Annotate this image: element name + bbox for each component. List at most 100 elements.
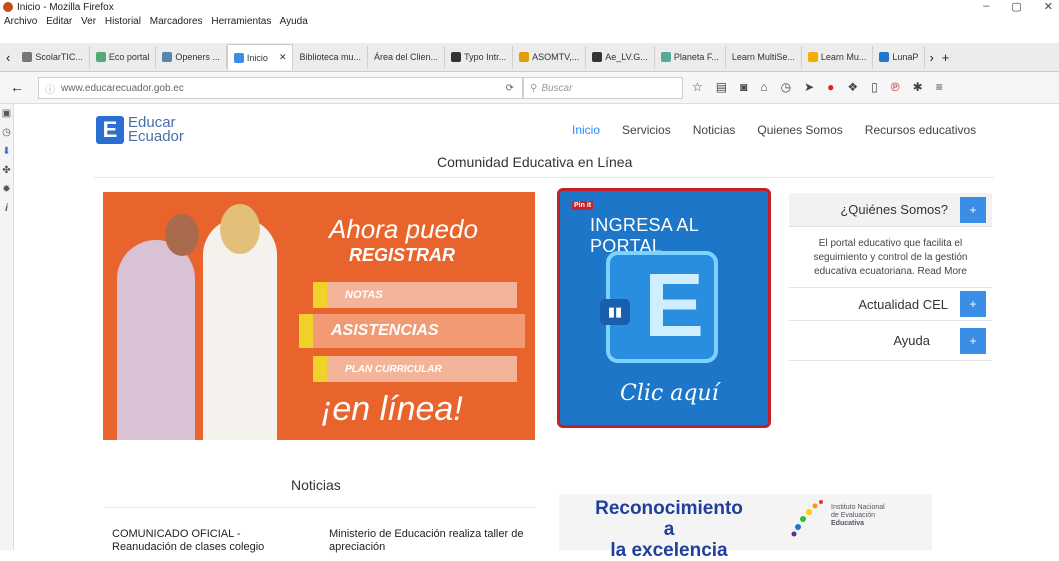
adblock-icon[interactable]: ● [827,80,834,94]
portal-card[interactable]: Pin it INGRESA AL PORTAL E ▮▮ Clic aquí [557,188,771,428]
news-item[interactable]: COMUNICADO OFICIAL - Reanudación de clas… [112,528,302,554]
recognition-title: Reconocimiento a la excelencia [595,498,743,561]
banner-line1: Ahora puedo [329,214,478,244]
window-title: Inicio - Mozilla Firefox [17,1,114,13]
ineval-logo-icon [791,500,823,537]
minimize-button[interactable]: – [983,0,989,13]
portal-cta[interactable]: Clic aquí [620,381,719,406]
clipboard-icon[interactable]: ▯ [871,80,878,94]
menu-archivo[interactable]: Archivo [4,16,37,27]
nav-recursos[interactable]: Recursos educativos [865,123,976,137]
tab-learn-multise[interactable]: Learn MultiSe... [726,46,802,68]
history-icon[interactable]: ◷ [781,80,791,94]
divider [105,507,535,508]
pocket-icon[interactable]: ◙ [740,80,747,94]
tab-area-cliente[interactable]: Área del Clien... [368,46,446,68]
tab-typo[interactable]: Typo Intr... [445,46,514,68]
tab-favicon-icon [592,52,603,62]
search-input[interactable]: ⚲ Buscar [523,77,683,99]
registrar-banner[interactable]: Ahora puedo REGISTRAR NOTAS ASISTENCIAS … [103,192,535,440]
info-italic-icon[interactable]: i [5,203,8,214]
pinterest-icon[interactable]: ℗ [891,80,900,94]
url-bar[interactable]: ⓘ www.educarecuador.gob.ec ⟳ [38,77,523,99]
banner-item-asistencias: ASISTENCIAS [299,314,525,348]
download-icon[interactable]: ⬇ [2,146,10,157]
tab-scolartic[interactable]: ScolarTIC... [16,46,90,68]
menu-marcadores[interactable]: Marcadores [150,16,203,27]
close-button[interactable]: ✕ [1044,0,1053,13]
menu-editar[interactable]: Editar [46,16,72,27]
accordion-cel-title: Actualidad CEL [858,296,948,312]
tab-openers[interactable]: Openers ... [156,46,227,68]
tab-ae-lvg[interactable]: Ae_LV.G... [586,46,655,68]
news-item[interactable]: Ministerio de Educación realiza taller d… [329,528,539,554]
ineval-text: Instituto Nacional de Evaluación Educati… [831,504,885,527]
nav-quienes-somos[interactable]: Quienes Somos [757,123,842,137]
tab-favicon-icon [879,52,890,62]
divider [94,177,994,178]
tab-inicio[interactable]: Inicio ✕ [226,44,294,70]
extension-icon[interactable]: ❖ [847,80,858,94]
menu-ver[interactable]: Ver [81,16,96,27]
site-nav: Inicio Servicios Noticias Quienes Somos … [572,123,976,137]
person-man [117,240,195,440]
logo-e-icon: E [96,116,124,144]
tab-favicon-icon [95,52,106,62]
page-title: Comunidad Educativa en Línea [437,154,633,170]
book-icon: ▮▮ [600,299,630,325]
bookmark-star-icon[interactable]: ☆ [692,80,703,94]
nav-inicio[interactable]: Inicio [572,123,600,137]
tab-favicon-icon [660,52,671,62]
recognition-banner[interactable]: Reconocimiento a la excelencia Instituto… [559,494,932,561]
tab-scroll-left-icon[interactable]: ‹ [0,50,16,65]
expand-plus-icon[interactable]: + [960,327,986,354]
reading-list-icon[interactable]: ▤ [716,80,727,94]
settings-gear-icon[interactable]: ✹ [2,184,10,195]
new-tab-icon[interactable]: + [938,50,954,65]
sidebar-panel-icon[interactable]: ▣ [2,108,11,119]
tab-asomtv[interactable]: ASOMTV,... [513,46,587,68]
expand-plus-icon[interactable]: + [960,291,986,317]
accordion-quienes-title: ¿Quiénes Somos? [840,202,948,217]
site-logo[interactable]: E Educar Ecuador [96,115,184,144]
accordion-quienes-desc: El portal educativo que facilita el segu… [813,238,968,277]
tab-biblioteca[interactable]: Biblioteca mu... [293,46,369,68]
tab-favicon-icon [22,52,33,62]
person-woman-head [220,204,260,254]
firefox-icon [3,2,13,12]
reload-icon[interactable]: ⟳ [506,83,514,94]
navigation-bar: ← ⓘ www.educarecuador.gob.ec ⟳ ⚲ Buscar … [0,72,1059,104]
accordion-quienes-somos[interactable]: ¿Quiénes Somos? + [789,193,992,227]
menu-herramientas[interactable]: Herramientas [211,16,271,27]
accordion-actualidad-cel[interactable]: Actualidad CEL + [789,287,992,321]
pin-it-button[interactable]: Pin it [572,201,594,210]
nav-noticias[interactable]: Noticias [693,123,736,137]
tab-lunap[interactable]: LunaP [873,46,926,68]
tab-strip: ‹ ScolarTIC... Eco portal Openers ... In… [0,43,1059,72]
send-icon[interactable]: ➤ [804,80,814,94]
tab-eco-portal[interactable]: Eco portal [90,46,157,68]
home-icon[interactable]: ⌂ [760,80,767,94]
clock-icon[interactable]: ◷ [2,127,11,138]
tab-planeta[interactable]: Planeta F... [655,46,726,68]
tab-favicon-icon [807,52,818,62]
url-text: www.educarecuador.gob.ec [61,82,184,94]
expand-plus-icon[interactable]: + [960,196,986,223]
back-icon[interactable]: ← [10,79,24,95]
webpage: E Educar Ecuador Inicio Servicios Notici… [14,104,1059,561]
portal-e-graphic: E [644,256,705,356]
search-icon: ⚲ [530,82,538,94]
tab-scroll-right-icon[interactable]: › [925,50,937,65]
tab-learn-mu[interactable]: Learn Mu... [802,46,874,68]
tools-icon[interactable]: ✱ [913,80,923,94]
menu-icon[interactable]: ≡ [936,80,943,94]
nav-servicios[interactable]: Servicios [622,123,671,137]
menu-historial[interactable]: Historial [105,16,141,27]
menu-ayuda[interactable]: Ayuda [280,16,308,27]
maximize-button[interactable]: ▢ [1011,0,1021,13]
info-icon[interactable]: ⓘ [45,81,55,96]
tab-favicon-icon [451,52,462,62]
close-tab-icon[interactable]: ✕ [279,52,287,63]
puzzle-icon[interactable]: ✤ [2,165,10,176]
accordion-ayuda[interactable]: Ayuda + [789,321,992,361]
